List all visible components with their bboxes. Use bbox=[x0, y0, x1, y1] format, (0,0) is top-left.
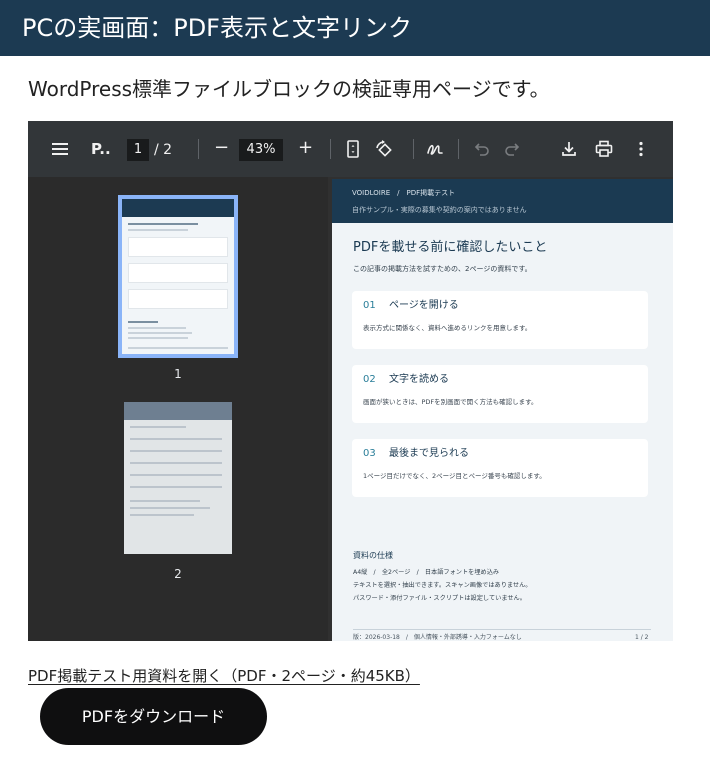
zoom-out-button[interactable]: − bbox=[214, 139, 229, 157]
card-number: 01 bbox=[363, 300, 376, 311]
toolbar-divider bbox=[458, 139, 459, 159]
page-title: PCの実画面：PDF表示と文字リンク bbox=[22, 14, 412, 42]
intro-text: WordPress標準ファイルブロックの検証専用ページです。 bbox=[28, 77, 550, 101]
toolbar-divider bbox=[330, 139, 331, 159]
card-title: 最後まで見られる bbox=[389, 448, 469, 459]
redo-icon[interactable] bbox=[502, 139, 522, 159]
pdf-card: 03 最後まで見られる 1ページ目だけでなく、2ページ目とページ番号も確認します… bbox=[352, 439, 648, 497]
fit-page-icon[interactable] bbox=[343, 139, 363, 159]
card-title: ページを開ける bbox=[389, 300, 459, 311]
page-number-input[interactable]: 1 bbox=[127, 139, 149, 161]
annotate-icon[interactable] bbox=[425, 139, 445, 159]
print-icon[interactable] bbox=[594, 139, 614, 159]
thumbnail-label-1: 1 bbox=[174, 367, 182, 381]
card-title: 文字を読める bbox=[389, 374, 449, 385]
card-number: 03 bbox=[363, 448, 376, 459]
pdf-notice: 自作サンプル・実際の募集や契約の案内ではありません bbox=[352, 206, 527, 214]
card-number: 02 bbox=[363, 374, 376, 385]
more-options-icon[interactable] bbox=[631, 139, 651, 159]
pdf-breadcrumb: VOIDLOIRE / PDF掲載テスト bbox=[352, 189, 456, 197]
pdf-card: 01 ページを開ける 表示方式に関係なく、資料へ進めるリンクを用意します。 bbox=[352, 291, 648, 349]
pdf-page: VOIDLOIRE / PDF掲載テスト 自作サンプル・実際の募集や契約の案内で… bbox=[332, 179, 673, 641]
page-total: / 2 bbox=[154, 142, 173, 158]
spec-line: A4縦 / 全2ページ / 日本語フォントを埋め込み bbox=[353, 569, 500, 576]
pdf-subtitle: この記事の掲載方法を試すための、2ページの資料です。 bbox=[353, 265, 532, 273]
spec-line: テキストを選択・抽出できます。スキャン画像ではありません。 bbox=[353, 582, 532, 589]
pdf-title: PDFを載せる前に確認したいこと bbox=[353, 240, 548, 255]
card-text: 表示方式に関係なく、資料へ進めるリンクを用意します。 bbox=[363, 324, 532, 332]
thumbnail-label-2: 2 bbox=[174, 567, 182, 581]
page-thumbnail-2[interactable] bbox=[124, 402, 232, 554]
document-name: P.. bbox=[91, 140, 111, 158]
card-text: 1ページ目だけでなく、2ページ目とページ番号も確認します。 bbox=[363, 472, 546, 480]
pdf-footer: 版：2026-03-18 / 個人情報・外部誘導・入力フォームなし bbox=[353, 634, 522, 641]
pdf-toolbar: P.. 1 / 2 − 43% + bbox=[28, 121, 673, 177]
zoom-in-button[interactable]: + bbox=[298, 139, 313, 157]
spec-title: 資料の仕様 bbox=[353, 551, 393, 560]
undo-icon[interactable] bbox=[472, 139, 492, 159]
site-header: PCの実画面：PDF表示と文字リンク bbox=[0, 0, 710, 56]
pdf-file-link[interactable]: PDF掲載テスト用資料を開く（PDF・2ページ・約45KB） bbox=[28, 666, 420, 686]
pdf-divider bbox=[353, 629, 651, 630]
pdf-viewer[interactable]: P.. 1 / 2 − 43% + 1 2 VOIDLOIRE / PDF掲載テ… bbox=[28, 121, 673, 641]
spec-line: パスワード・添付ファイル・スクリプトは設定していません。 bbox=[353, 595, 526, 602]
page-thumbnail-1[interactable] bbox=[118, 195, 238, 358]
thumbnail-sidebar: 1 2 bbox=[28, 177, 328, 641]
toolbar-divider bbox=[413, 139, 414, 159]
rotate-icon[interactable] bbox=[374, 139, 394, 159]
zoom-level-input[interactable]: 43% bbox=[239, 139, 283, 161]
toolbar-divider bbox=[198, 139, 199, 159]
menu-icon[interactable] bbox=[50, 139, 70, 159]
download-pdf-button[interactable]: PDFをダウンロード bbox=[40, 688, 267, 745]
pdf-page-header: VOIDLOIRE / PDF掲載テスト 自作サンプル・実際の募集や契約の案内で… bbox=[332, 179, 673, 223]
pdf-page-count: 1 / 2 bbox=[635, 634, 649, 641]
download-icon[interactable] bbox=[559, 139, 579, 159]
card-text: 画面が狭いときは、PDFを別画面で開く方法も確認します。 bbox=[363, 398, 538, 406]
pdf-card: 02 文字を読める 画面が狭いときは、PDFを別画面で開く方法も確認します。 bbox=[352, 365, 648, 423]
